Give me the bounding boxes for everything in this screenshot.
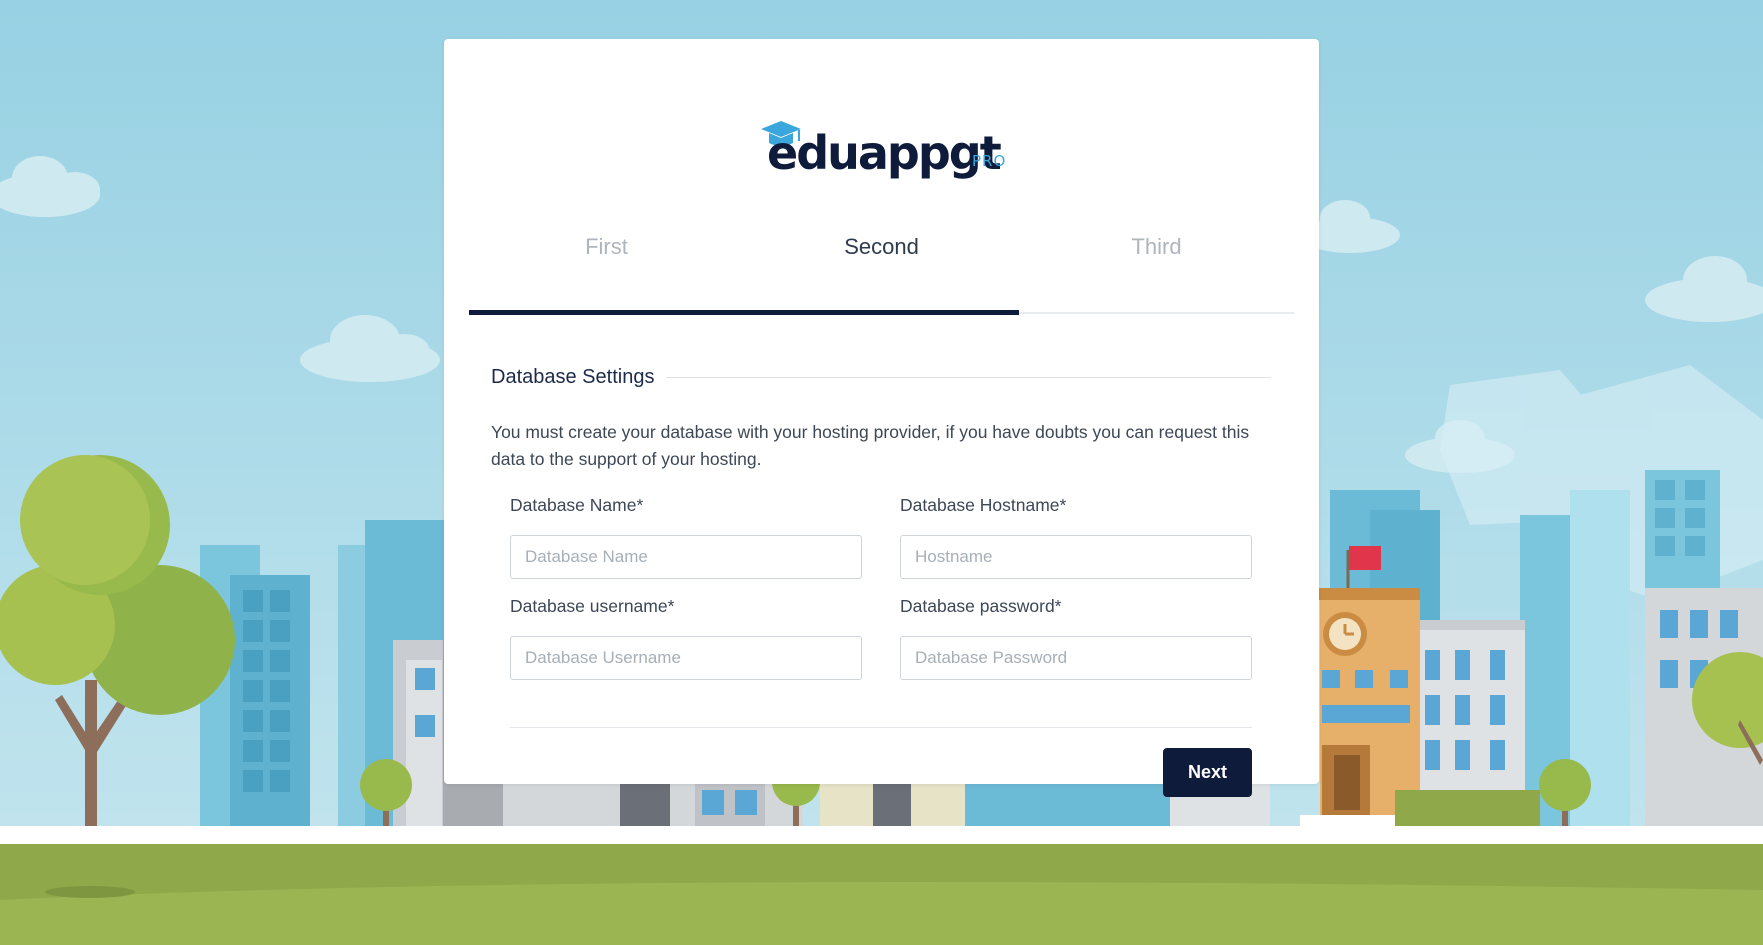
db-name-label: Database Name* [510,495,644,515]
logo-pro-badge: PRO [972,152,1007,170]
section-title: Database Settings [491,365,655,388]
tab-second[interactable]: Second [744,219,1019,275]
db-hostname-label: Database Hostname* [900,495,1067,515]
db-name-group: Database Name* [510,492,862,579]
db-password-group: Database password* [900,593,1252,680]
legend-divider [666,376,1271,378]
install-wizard-card: eduappgt PRO First Second Third Database… [444,39,1319,797]
next-button[interactable]: Next [1163,748,1252,797]
db-username-label: Database username* [510,596,675,616]
logo-wordmark: eduappgt [767,126,1002,180]
section-description: You must create your database with your … [491,422,1250,469]
db-password-label: Database password* [900,596,1062,616]
wizard-steps: First Second Third [469,219,1294,315]
section-legend: Database Settings [491,362,1271,392]
db-password-input[interactable] [900,636,1252,680]
brand-logo: eduappgt PRO [759,121,1009,191]
db-hostname-input[interactable] [900,535,1252,579]
step-progress-bar [469,310,1019,315]
form-footer-divider [510,727,1252,728]
tab-third[interactable]: Third [1019,219,1294,275]
tab-first[interactable]: First [469,219,744,275]
db-hostname-group: Database Hostname* [900,492,1252,579]
db-name-input[interactable] [510,535,862,579]
db-username-input[interactable] [510,636,862,680]
db-username-group: Database username* [510,593,862,680]
